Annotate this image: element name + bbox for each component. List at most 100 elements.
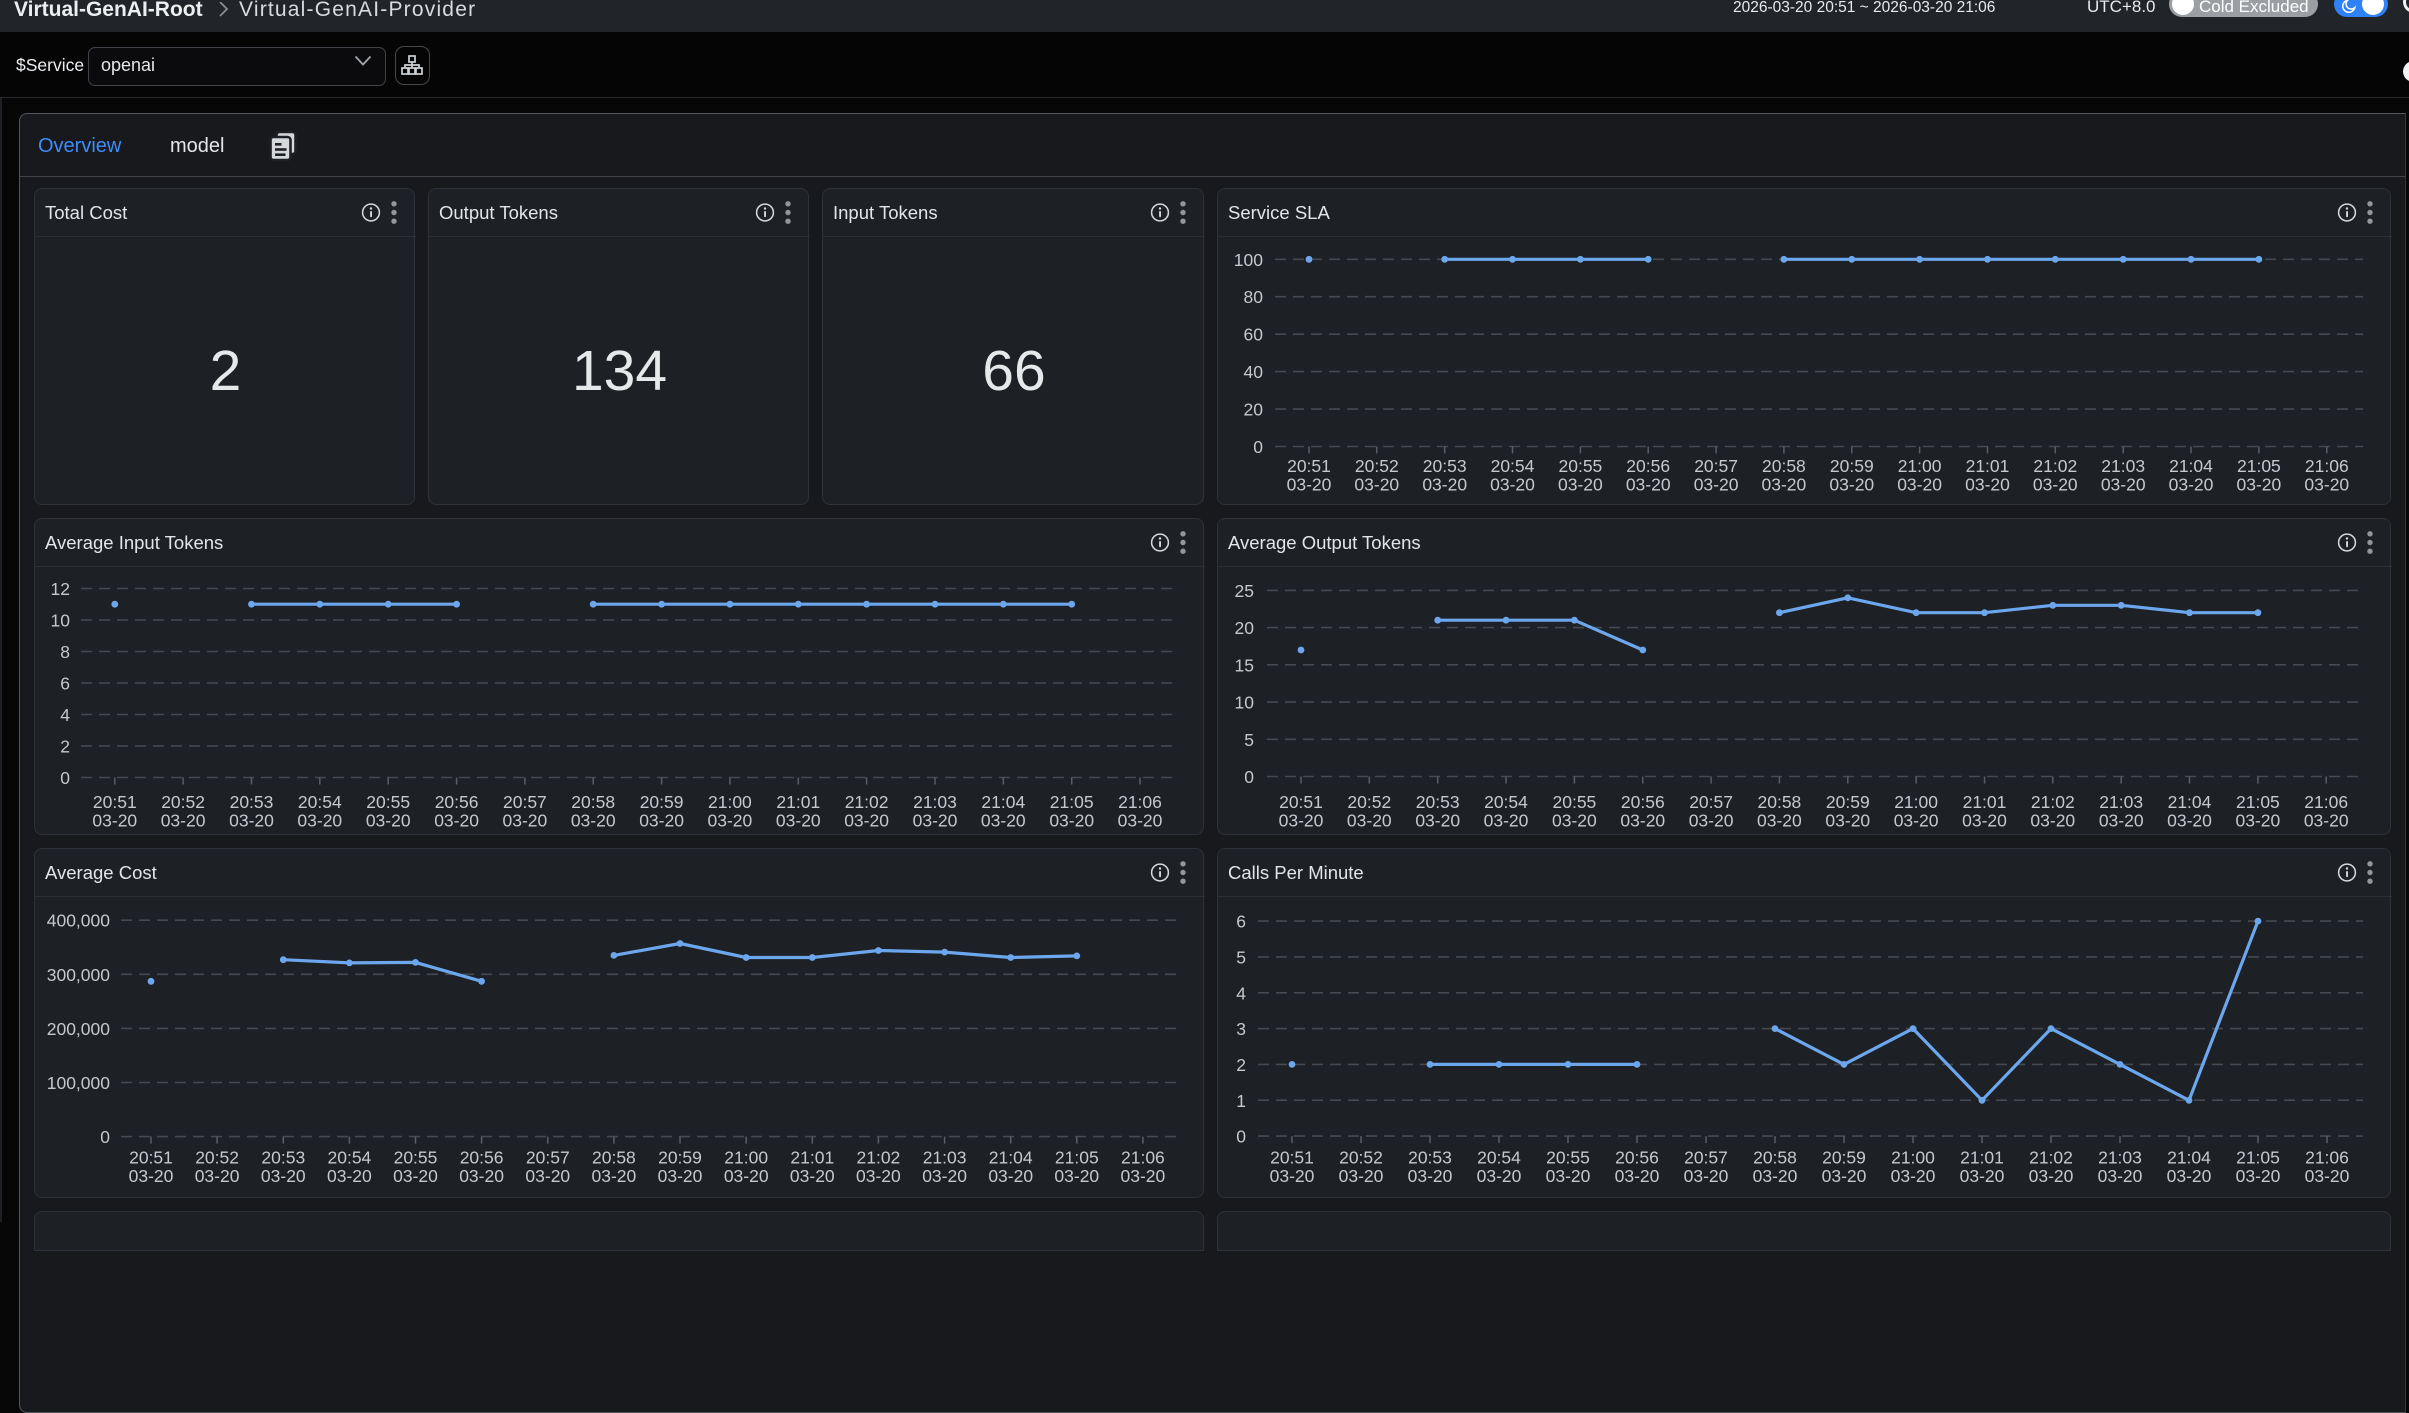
svg-text:03-20: 03-20	[366, 810, 411, 830]
svg-text:0: 0	[1236, 1127, 1246, 1147]
svg-text:03-20: 03-20	[129, 1166, 174, 1186]
svg-text:20:57: 20:57	[526, 1148, 570, 1168]
svg-text:03-20: 03-20	[2237, 474, 2282, 494]
svg-text:03-20: 03-20	[2167, 810, 2212, 830]
svg-text:03-20: 03-20	[297, 810, 342, 830]
svg-text:03-20: 03-20	[2304, 474, 2349, 494]
svg-text:20:52: 20:52	[1347, 792, 1391, 812]
svg-text:03-20: 03-20	[708, 810, 753, 830]
svg-text:134: 134	[572, 339, 667, 403]
svg-text:03-20: 03-20	[988, 1166, 1033, 1186]
svg-text:4: 4	[60, 705, 70, 725]
svg-text:5: 5	[1244, 730, 1254, 750]
svg-text:03-20: 03-20	[1694, 474, 1739, 494]
svg-text:03-20: 03-20	[1339, 1166, 1384, 1186]
svg-text:03-20: 03-20	[434, 810, 479, 830]
svg-text:03-20: 03-20	[1558, 474, 1603, 494]
svg-text:21:02: 21:02	[2031, 792, 2075, 812]
svg-text:21:03: 21:03	[2099, 792, 2143, 812]
svg-text:03-20: 03-20	[261, 1166, 306, 1186]
svg-text:40: 40	[1244, 362, 1264, 382]
svg-text:03-20: 03-20	[1822, 1166, 1867, 1186]
svg-text:03-20: 03-20	[856, 1166, 901, 1186]
svg-text:03-20: 03-20	[1270, 1166, 1315, 1186]
svg-text:20:54: 20:54	[1477, 1148, 1521, 1168]
svg-text:5: 5	[1236, 947, 1246, 967]
svg-text:03-20: 03-20	[1960, 1166, 2005, 1186]
svg-text:20:56: 20:56	[1626, 456, 1670, 476]
svg-text:21:03: 21:03	[2098, 1148, 2142, 1168]
svg-text:20:51: 20:51	[1279, 792, 1323, 812]
svg-text:20:57: 20:57	[503, 792, 547, 812]
svg-text:20:55: 20:55	[1546, 1148, 1590, 1168]
svg-text:10: 10	[51, 611, 71, 631]
svg-text:66: 66	[982, 339, 1045, 403]
svg-text:21:04: 21:04	[2167, 1148, 2211, 1168]
svg-text:21:06: 21:06	[1118, 792, 1162, 812]
svg-text:03-20: 03-20	[393, 1166, 438, 1186]
svg-text:20:51: 20:51	[1287, 456, 1331, 476]
svg-text:21:01: 21:01	[790, 1148, 834, 1168]
svg-text:03-20: 03-20	[92, 810, 137, 830]
svg-text:03-20: 03-20	[1279, 810, 1324, 830]
svg-text:03-20: 03-20	[1408, 1166, 1453, 1186]
svg-text:200,000: 200,000	[47, 1019, 111, 1039]
svg-text:20:55: 20:55	[394, 1148, 438, 1168]
svg-text:20:59: 20:59	[1826, 792, 1870, 812]
svg-text:20:54: 20:54	[298, 792, 342, 812]
svg-text:21:05: 21:05	[1050, 792, 1094, 812]
svg-text:21:06: 21:06	[2305, 1148, 2349, 1168]
svg-text:03-20: 03-20	[1894, 810, 1939, 830]
svg-text:21:02: 21:02	[2033, 456, 2077, 476]
svg-text:21:01: 21:01	[1963, 792, 2007, 812]
svg-text:03-20: 03-20	[1626, 474, 1671, 494]
svg-text:03-20: 03-20	[1484, 810, 1529, 830]
svg-text:60: 60	[1244, 325, 1264, 345]
svg-text:21:01: 21:01	[1966, 456, 2010, 476]
svg-text:03-20: 03-20	[459, 1166, 504, 1186]
svg-text:03-20: 03-20	[161, 810, 206, 830]
svg-text:2: 2	[1236, 1055, 1246, 1075]
svg-text:03-20: 03-20	[1684, 1166, 1729, 1186]
svg-text:6: 6	[1236, 912, 1246, 932]
svg-text:21:02: 21:02	[2029, 1148, 2073, 1168]
svg-text:20:52: 20:52	[1355, 456, 1399, 476]
svg-text:03-20: 03-20	[1762, 474, 1807, 494]
svg-text:0: 0	[1253, 437, 1263, 457]
svg-text:03-20: 03-20	[1620, 810, 1665, 830]
svg-text:20:52: 20:52	[195, 1148, 239, 1168]
svg-text:20:56: 20:56	[435, 792, 479, 812]
svg-text:20:58: 20:58	[1758, 792, 1802, 812]
svg-text:03-20: 03-20	[1121, 1166, 1166, 1186]
svg-text:21:03: 21:03	[2101, 456, 2145, 476]
svg-text:03-20: 03-20	[195, 1166, 240, 1186]
svg-text:03-20: 03-20	[2304, 810, 2349, 830]
svg-text:20:58: 20:58	[592, 1148, 636, 1168]
svg-text:03-20: 03-20	[2030, 810, 2075, 830]
svg-text:03-20: 03-20	[1054, 1166, 1099, 1186]
svg-text:0: 0	[1244, 767, 1254, 787]
svg-text:03-20: 03-20	[2029, 1166, 2074, 1186]
svg-text:03-20: 03-20	[1897, 474, 1942, 494]
svg-text:03-20: 03-20	[1118, 810, 1163, 830]
svg-text:03-20: 03-20	[1354, 474, 1399, 494]
svg-text:20:57: 20:57	[1694, 456, 1738, 476]
svg-text:6: 6	[60, 674, 70, 694]
svg-text:100,000: 100,000	[47, 1073, 111, 1093]
svg-text:03-20: 03-20	[1825, 810, 1870, 830]
svg-text:21:04: 21:04	[981, 792, 1025, 812]
svg-text:03-20: 03-20	[724, 1166, 769, 1186]
svg-text:20:59: 20:59	[640, 792, 684, 812]
svg-text:03-20: 03-20	[1415, 810, 1460, 830]
svg-text:21:03: 21:03	[913, 792, 957, 812]
svg-text:03-20: 03-20	[2098, 1166, 2143, 1186]
svg-text:100: 100	[1234, 250, 1263, 270]
svg-text:03-20: 03-20	[1753, 1166, 1798, 1186]
svg-text:03-20: 03-20	[2305, 1166, 2350, 1186]
svg-text:20:53: 20:53	[261, 1148, 305, 1168]
svg-text:20:53: 20:53	[230, 792, 274, 812]
svg-text:20:54: 20:54	[328, 1148, 372, 1168]
svg-text:15: 15	[1235, 655, 1254, 675]
svg-text:2: 2	[60, 737, 70, 757]
svg-text:0: 0	[100, 1127, 110, 1147]
